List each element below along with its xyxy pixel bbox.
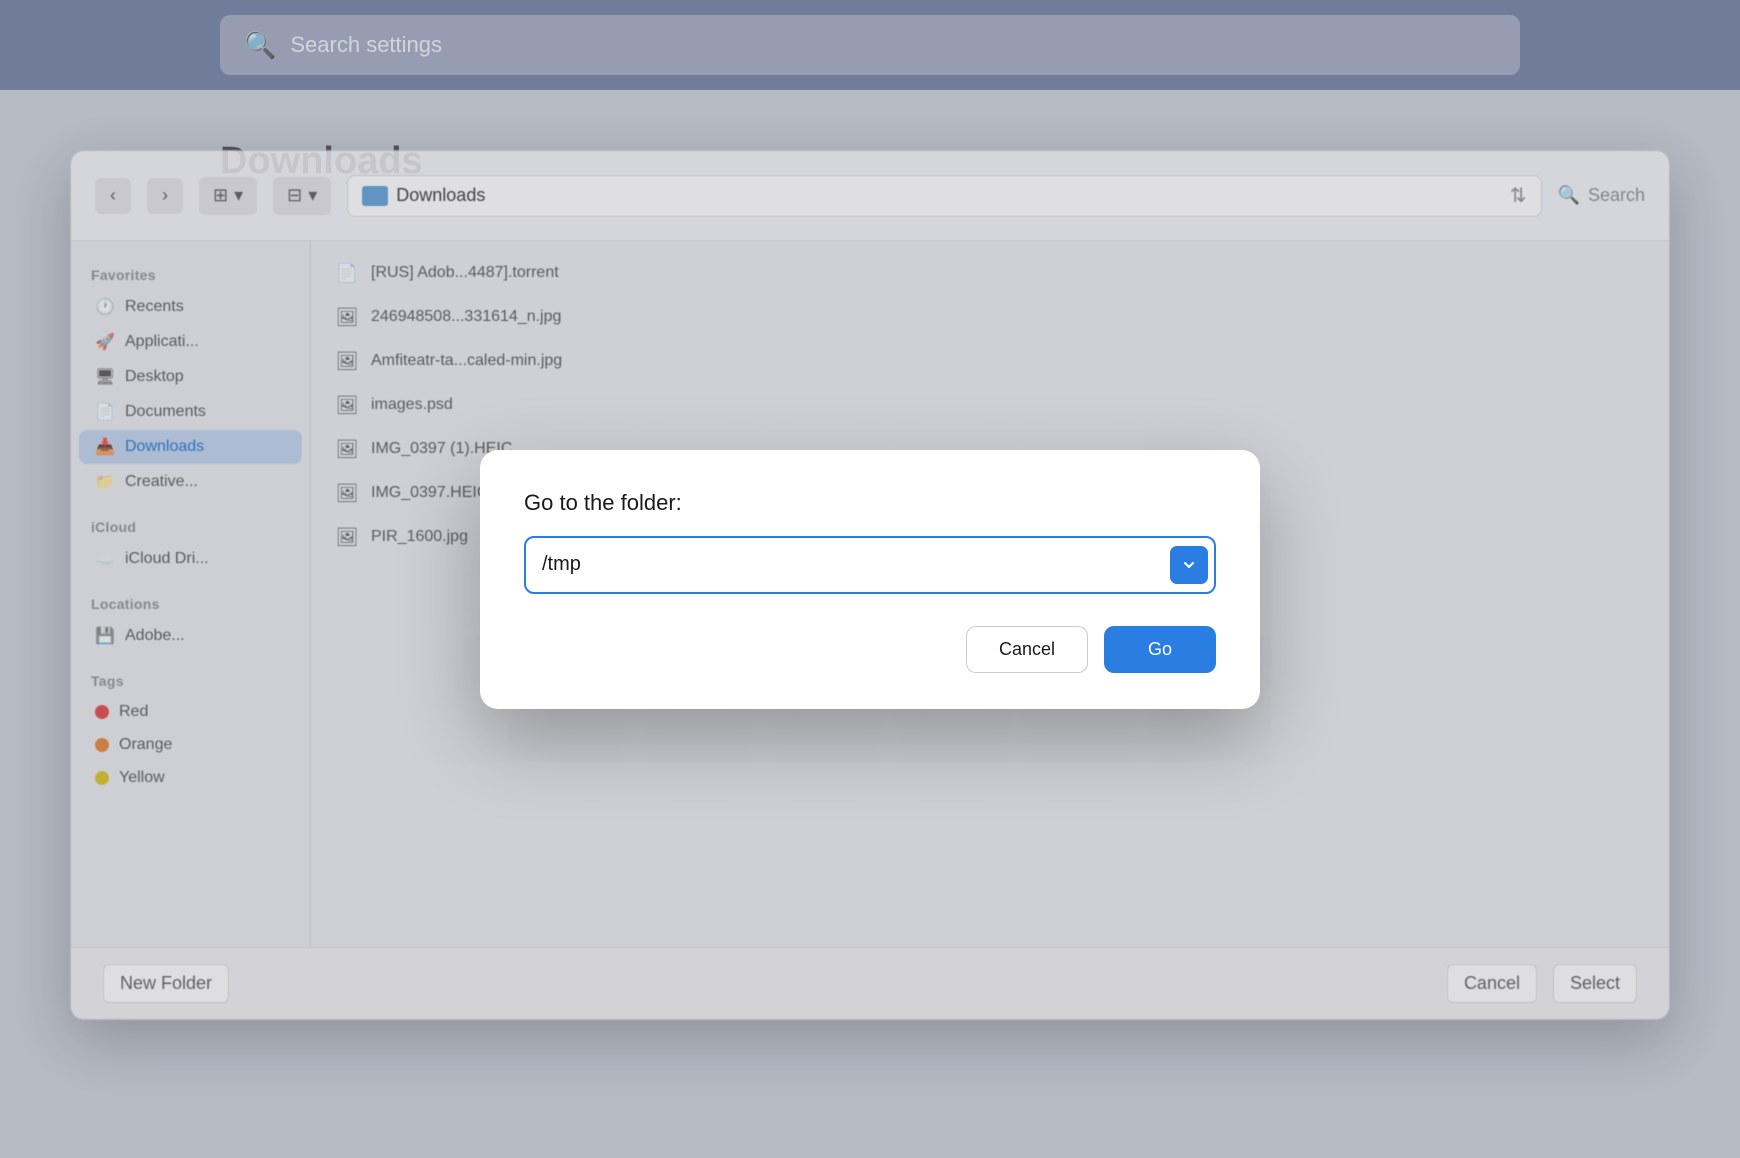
go-to-folder-dialog: Go to the folder: Cancel Go — [480, 450, 1260, 709]
chevron-down-icon — [1182, 558, 1196, 572]
dialog-go-button[interactable]: Go — [1104, 626, 1216, 673]
folder-dropdown-button[interactable] — [1170, 546, 1208, 584]
modal-overlay: Go to the folder: Cancel Go — [0, 0, 1740, 1158]
dialog-title: Go to the folder: — [524, 490, 1216, 516]
folder-input-wrapper — [524, 536, 1216, 594]
dialog-buttons: Cancel Go — [524, 626, 1216, 673]
folder-path-input[interactable] — [524, 536, 1216, 594]
dialog-cancel-button[interactable]: Cancel — [966, 626, 1088, 673]
